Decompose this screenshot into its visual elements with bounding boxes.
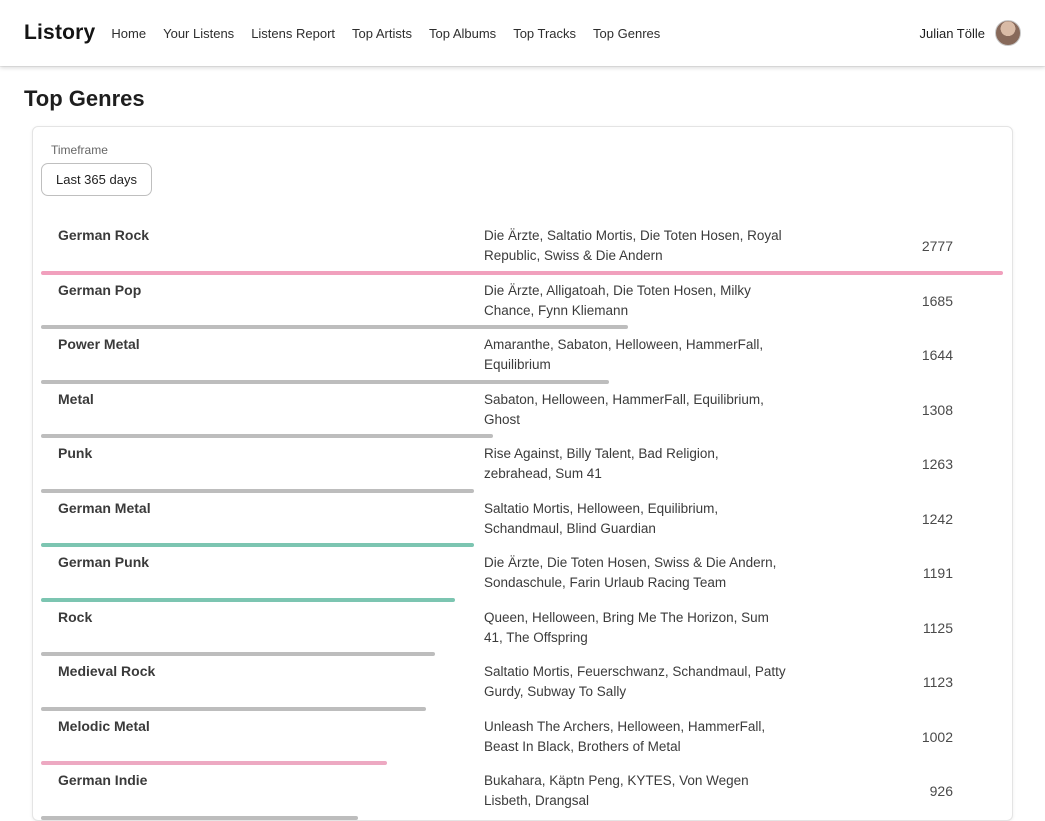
genre-name: German Rock — [58, 226, 484, 243]
genre-top-artists: Queen, Helloween, Bring Me The Horizon, … — [484, 608, 789, 649]
genre-row-columns: German Pop Die Ärzte, Alligatoah, Die To… — [41, 275, 1003, 326]
genre-progress-track — [41, 816, 1003, 820]
genre-row-columns: German Indie Bukahara, Käptn Peng, KYTES… — [41, 765, 1003, 816]
genre-row-columns: Rock Queen, Helloween, Bring Me The Hori… — [41, 602, 1003, 653]
top-navbar: Listory Home Your Listens Listens Report… — [0, 0, 1045, 66]
nav-item-top-tracks[interactable]: Top Tracks — [513, 26, 576, 41]
genre-row: German Pop Die Ärzte, Alligatoah, Die To… — [41, 275, 1003, 330]
genre-top-artists: Amaranthe, Sabaton, Helloween, HammerFal… — [484, 335, 789, 376]
nav-item-top-albums[interactable]: Top Albums — [429, 26, 496, 41]
genre-row: German Metal Saltatio Mortis, Helloween,… — [41, 493, 1003, 548]
genre-name: Punk — [58, 444, 484, 461]
genre-row: Metal Sabaton, Helloween, HammerFall, Eq… — [41, 384, 1003, 439]
genre-name: German Pop — [58, 281, 484, 298]
page-title: Top Genres — [0, 86, 1045, 112]
genre-name: Power Metal — [58, 335, 484, 352]
timeframe-control: Timeframe Last 365 days — [41, 141, 1003, 206]
genre-row: Melodic Metal Unleash The Archers, Hello… — [41, 711, 1003, 766]
genre-listen-count: 1685 — [922, 293, 953, 309]
genre-row-columns: Power Metal Amaranthe, Sabaton, Hellowee… — [41, 329, 1003, 380]
genre-top-artists: Rise Against, Billy Talent, Bad Religion… — [484, 444, 789, 485]
genre-name: Medieval Rock — [58, 662, 484, 679]
genre-name: German Metal — [58, 499, 484, 516]
genre-row-columns: German Metal Saltatio Mortis, Helloween,… — [41, 493, 1003, 544]
genre-row: Power Metal Amaranthe, Sabaton, Hellowee… — [41, 329, 1003, 384]
genre-top-artists: Sabaton, Helloween, HammerFall, Equilibr… — [484, 390, 789, 431]
genre-top-artists: Die Ärzte, Saltatio Mortis, Die Toten Ho… — [484, 226, 789, 267]
genre-listen-count: 1002 — [922, 729, 953, 745]
user-name[interactable]: Julian Tölle — [919, 26, 985, 41]
genre-name: German Indie — [58, 771, 484, 788]
genre-top-artists: Unleash The Archers, Helloween, HammerFa… — [484, 717, 789, 758]
genre-name: Rock — [58, 608, 484, 625]
genre-top-artists: Bukahara, Käptn Peng, KYTES, Von Wegen L… — [484, 771, 789, 812]
nav-item-listens-report[interactable]: Listens Report — [251, 26, 335, 41]
genre-name: Metal — [58, 390, 484, 407]
timeframe-select[interactable]: Last 365 days — [41, 163, 152, 196]
genre-top-artists: Die Ärzte, Alligatoah, Die Toten Hosen, … — [484, 281, 789, 322]
genre-top-artists: Die Ärzte, Die Toten Hosen, Swiss & Die … — [484, 553, 789, 594]
genre-listen-count: 1644 — [922, 347, 953, 363]
app-logo[interactable]: Listory — [24, 21, 95, 45]
genre-listen-count: 2777 — [922, 238, 953, 254]
genre-row-columns: Medieval Rock Saltatio Mortis, Feuerschw… — [41, 656, 1003, 707]
main-nav: Home Your Listens Listens Report Top Art… — [111, 26, 660, 41]
genre-row: Rock Queen, Helloween, Bring Me The Hori… — [41, 602, 1003, 657]
genre-progress-bar — [41, 816, 358, 820]
genre-top-artists: Saltatio Mortis, Helloween, Equilibrium,… — [484, 499, 789, 540]
genre-listen-count: 1125 — [923, 620, 953, 636]
nav-item-top-artists[interactable]: Top Artists — [352, 26, 412, 41]
user-menu: Julian Tölle — [919, 20, 1021, 46]
genre-row: German Rock Die Ärzte, Saltatio Mortis, … — [41, 220, 1003, 275]
genre-listen-count: 926 — [930, 783, 953, 799]
genre-name: Melodic Metal — [58, 717, 484, 734]
genre-listen-count: 1263 — [922, 456, 953, 472]
genre-row-columns: Punk Rise Against, Billy Talent, Bad Rel… — [41, 438, 1003, 489]
genre-row-columns: Metal Sabaton, Helloween, HammerFall, Eq… — [41, 384, 1003, 435]
nav-item-your-listens[interactable]: Your Listens — [163, 26, 234, 41]
genre-row-columns: German Rock Die Ärzte, Saltatio Mortis, … — [41, 220, 1003, 271]
user-avatar[interactable] — [995, 20, 1021, 46]
genre-row: Medieval Rock Saltatio Mortis, Feuerschw… — [41, 656, 1003, 711]
genre-listen-count: 1242 — [922, 511, 953, 527]
genre-row: German Indie Bukahara, Käptn Peng, KYTES… — [41, 765, 1003, 820]
genre-row-columns: German Punk Die Ärzte, Die Toten Hosen, … — [41, 547, 1003, 598]
genre-row-columns: Melodic Metal Unleash The Archers, Hello… — [41, 711, 1003, 762]
top-genres-card: Timeframe Last 365 days German Rock Die … — [32, 126, 1013, 821]
genre-listen-count: 1191 — [923, 565, 953, 581]
main-content: Top Genres Timeframe Last 365 days Germa… — [0, 86, 1045, 821]
genre-row: German Punk Die Ärzte, Die Toten Hosen, … — [41, 547, 1003, 602]
nav-item-home[interactable]: Home — [111, 26, 146, 41]
genre-row: Punk Rise Against, Billy Talent, Bad Rel… — [41, 438, 1003, 493]
timeframe-label: Timeframe — [51, 143, 1003, 157]
genre-listen-count: 1308 — [922, 402, 953, 418]
genre-list: German Rock Die Ärzte, Saltatio Mortis, … — [41, 206, 1003, 820]
genre-name: German Punk — [58, 553, 484, 570]
nav-item-top-genres[interactable]: Top Genres — [593, 26, 660, 41]
genre-top-artists: Saltatio Mortis, Feuerschwanz, Schandmau… — [484, 662, 789, 703]
genre-listen-count: 1123 — [923, 674, 953, 690]
